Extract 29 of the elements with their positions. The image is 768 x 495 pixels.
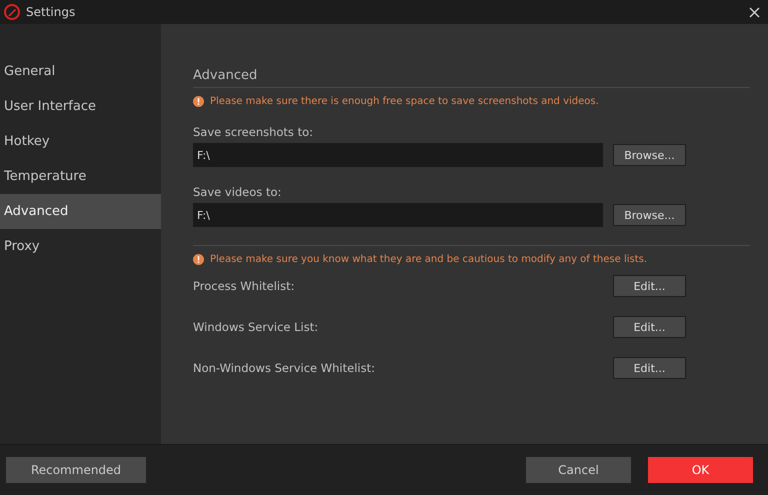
warning-icon: [193, 96, 204, 107]
warning-icon: [193, 254, 204, 265]
edit-button[interactable]: Edit...: [613, 316, 686, 338]
list-label: Windows Service List:: [193, 320, 318, 334]
path-field[interactable]: F:\: [193, 203, 603, 227]
sidebar-item[interactable]: Hotkey: [0, 124, 161, 159]
sidebar-item[interactable]: Proxy: [0, 229, 161, 264]
ok-button[interactable]: OK: [648, 457, 753, 483]
close-icon[interactable]: [749, 6, 760, 18]
field-label: Save videos to:: [193, 185, 282, 199]
field-label: Save screenshots to:: [193, 125, 314, 139]
sidebar-item[interactable]: Temperature: [0, 159, 161, 194]
list-label: Process Whitelist:: [193, 279, 294, 293]
window-title: Settings: [26, 5, 76, 19]
logo-icon: [4, 4, 20, 20]
section-title: Advanced: [193, 68, 750, 88]
sidebar-item[interactable]: User Interface: [0, 89, 161, 124]
cancel-button[interactable]: Cancel: [526, 457, 631, 483]
sidebar-item[interactable]: General: [0, 54, 161, 89]
list-label: Non-Windows Service Whitelist:: [193, 361, 375, 375]
edit-button[interactable]: Edit...: [613, 275, 686, 297]
browse-button[interactable]: Browse...: [613, 144, 686, 166]
warning-text: Please make sure you know what they are and be cautious to modify any of these lists.: [210, 254, 648, 265]
recommended-button[interactable]: Recommended: [6, 457, 146, 483]
browse-button[interactable]: Browse...: [613, 204, 686, 226]
sidebar-item[interactable]: Advanced: [0, 194, 161, 229]
warning-text: Please make sure there is enough free space to save screenshots and videos.: [210, 96, 599, 107]
path-field[interactable]: F:\: [193, 143, 603, 167]
edit-button[interactable]: Edit...: [613, 357, 686, 379]
